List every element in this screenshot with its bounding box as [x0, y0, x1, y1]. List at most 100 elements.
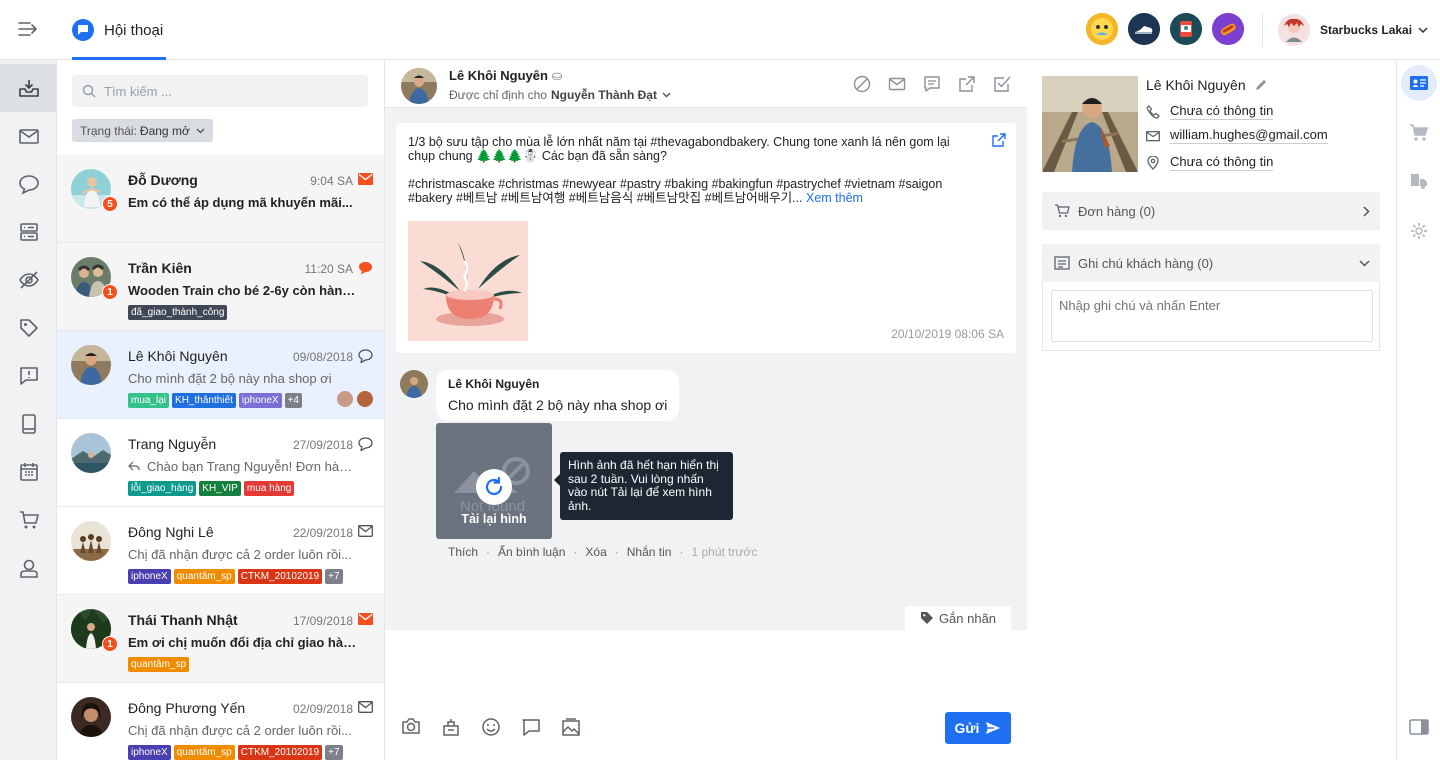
tag: quantâm_sp: [173, 745, 235, 760]
conversation-time: 9:04 SA: [310, 174, 353, 188]
list-item[interactable]: 5 Đỗ Dương 9:04 SA Em có thể áp dụng mã …: [57, 155, 384, 243]
nav-cart[interactable]: [0, 496, 57, 544]
separator: ·: [614, 545, 619, 559]
status-filter-label: Trạng thái:: [80, 123, 137, 138]
composer-toolbar: [401, 717, 601, 737]
avatar: [71, 521, 111, 561]
assignee-selector[interactable]: Được chỉ định cho Nguyễn Thành Đạt: [449, 88, 671, 102]
mobile-icon: [21, 414, 36, 434]
conversation-time: 17/09/2018: [292, 614, 353, 628]
status-filter[interactable]: Trạng thái: Đang mở: [72, 119, 213, 142]
nav-tags[interactable]: [0, 304, 57, 352]
pencil-icon[interactable]: [1254, 78, 1268, 92]
tag-list: iphoneX quantâm_sp CTKM_20102019 +7: [128, 745, 346, 760]
tag: KH_VIP: [199, 481, 241, 496]
tag-list: quantâm_sp: [128, 657, 192, 672]
camera-icon[interactable]: [401, 717, 421, 737]
orders-panel[interactable]: Đơn hàng (0): [1042, 192, 1380, 230]
list-item[interactable]: Đông Nghi Lê 22/09/2018 Chị đã nhận được…: [57, 507, 384, 595]
message-button[interactable]: Nhắn tin: [627, 545, 672, 559]
mail-icon[interactable]: [888, 75, 906, 93]
tag: iphoneX: [128, 745, 171, 760]
profile-email[interactable]: william.hughes@gmail.com: [1170, 127, 1328, 144]
note-input[interactable]: [1051, 290, 1373, 342]
toggle-panel-button[interactable]: [1398, 708, 1440, 746]
tag-more-count: +7: [325, 745, 343, 760]
mail-icon: [358, 613, 373, 625]
reply-icon: [128, 461, 140, 471]
tag: CTKM_20102019: [237, 569, 323, 584]
send-button[interactable]: Gửi: [945, 712, 1011, 744]
assigned-label: Được chỉ định cho: [449, 88, 547, 102]
tag-icon: [19, 319, 38, 337]
gear-icon: [1411, 223, 1427, 239]
profile-address[interactable]: Chưa có thông tin: [1170, 154, 1274, 171]
cart-tab[interactable]: [1398, 114, 1440, 152]
profile-name: Lê Khôi Nguyên: [1146, 77, 1268, 93]
search-box[interactable]: [72, 75, 368, 107]
collapse-menu-icon[interactable]: [17, 19, 39, 39]
check-square-icon[interactable]: [993, 75, 1011, 93]
nav-feedback[interactable]: [0, 352, 57, 400]
tag: lỗi_giao_hàng: [128, 481, 197, 496]
delete-button[interactable]: Xóa: [585, 545, 606, 559]
conversation-time: 09/08/2018: [292, 350, 353, 364]
list-item[interactable]: Trang Nguyễn 27/09/2018 Chào bạn Trang N…: [57, 419, 384, 507]
block-icon[interactable]: [853, 75, 871, 93]
nav-calendar[interactable]: [0, 448, 57, 496]
quick-reply-icon[interactable]: [521, 717, 541, 737]
message-icon[interactable]: [923, 75, 941, 93]
emoji-icon[interactable]: [481, 717, 501, 737]
notes-header[interactable]: Ghi chú khách hàng (0): [1042, 244, 1380, 282]
product-icon[interactable]: [441, 717, 461, 737]
add-label-button[interactable]: Gắn nhãn: [905, 606, 1011, 630]
message-input[interactable]: [401, 644, 1011, 704]
open-post-icon[interactable]: [992, 133, 1006, 147]
conversation-preview: Em có thể áp dụng mã khuyến mãi...: [128, 195, 353, 210]
search-input[interactable]: [104, 83, 354, 99]
nav-server[interactable]: [0, 208, 57, 256]
expired-image[interactable]: Not found Tải lại hình: [436, 423, 552, 539]
nav-user[interactable]: [0, 544, 57, 592]
nav-mobile[interactable]: [0, 400, 57, 448]
image-gallery-icon[interactable]: [561, 717, 581, 737]
list-item[interactable]: Lê Khôi Nguyên 09/08/2018 Cho mình đặt 2…: [57, 331, 384, 419]
see-more-link[interactable]: Xem thêm: [806, 191, 863, 205]
list-item[interactable]: Đông Phương Yến 02/09/2018 Chị đã nhận đ…: [57, 683, 384, 760]
page-icon-1[interactable]: [1086, 13, 1118, 45]
chat-contact-name: Lê Khôi Nguyên ⛀: [449, 68, 563, 83]
page-icon-4[interactable]: [1212, 13, 1244, 45]
profile-name-text: Lê Khôi Nguyên: [1146, 77, 1246, 93]
chevron-down-icon: [196, 128, 205, 134]
search-icon: [82, 84, 96, 98]
contact-card-tab[interactable]: [1398, 64, 1440, 102]
expired-image-tooltip: Hình ảnh đã hết hạn hiển thị sau 2 tuần.…: [554, 452, 733, 520]
page-icon-3[interactable]: [1170, 13, 1202, 45]
post-image[interactable]: [408, 221, 528, 341]
nav-mail[interactable]: [0, 112, 57, 160]
list-item[interactable]: 1 Thái Thanh Nhật 17/09/2018 Em ơi chị m…: [57, 595, 384, 683]
page-icon-2[interactable]: [1128, 13, 1160, 45]
cake-icon: ⛀: [551, 68, 563, 83]
nav-inbox[interactable]: [0, 64, 57, 112]
like-button[interactable]: Thích: [448, 545, 478, 559]
settings-tab[interactable]: [1398, 212, 1440, 250]
profile-photo: [1042, 76, 1138, 172]
orders-header[interactable]: Đơn hàng (0): [1042, 192, 1380, 230]
external-link-icon[interactable]: [958, 75, 976, 93]
tag: KH_thânthiết: [172, 393, 236, 408]
account-menu[interactable]: Starbucks Lakai: [1278, 14, 1428, 46]
notes-label: Ghi chú khách hàng (0): [1078, 255, 1214, 271]
hide-comment-button[interactable]: Ẩn bình luận: [498, 545, 565, 559]
list-item[interactable]: 1 Trần Kiên 11:20 SA Wooden Train cho bé…: [57, 243, 384, 331]
reload-label: Tải lại hình: [461, 512, 527, 526]
conversation-name: Thái Thanh Nhật: [128, 612, 238, 628]
profile-phone[interactable]: Chưa có thông tin: [1170, 103, 1274, 120]
nav-chat[interactable]: [0, 160, 57, 208]
nav-hidden[interactable]: [0, 256, 57, 304]
shipping-tab[interactable]: [1398, 162, 1440, 200]
account-name: Starbucks Lakai: [1320, 23, 1413, 37]
reload-icon[interactable]: [476, 469, 512, 505]
page-title[interactable]: Hội thoại: [72, 18, 163, 42]
avatar: [400, 370, 428, 398]
